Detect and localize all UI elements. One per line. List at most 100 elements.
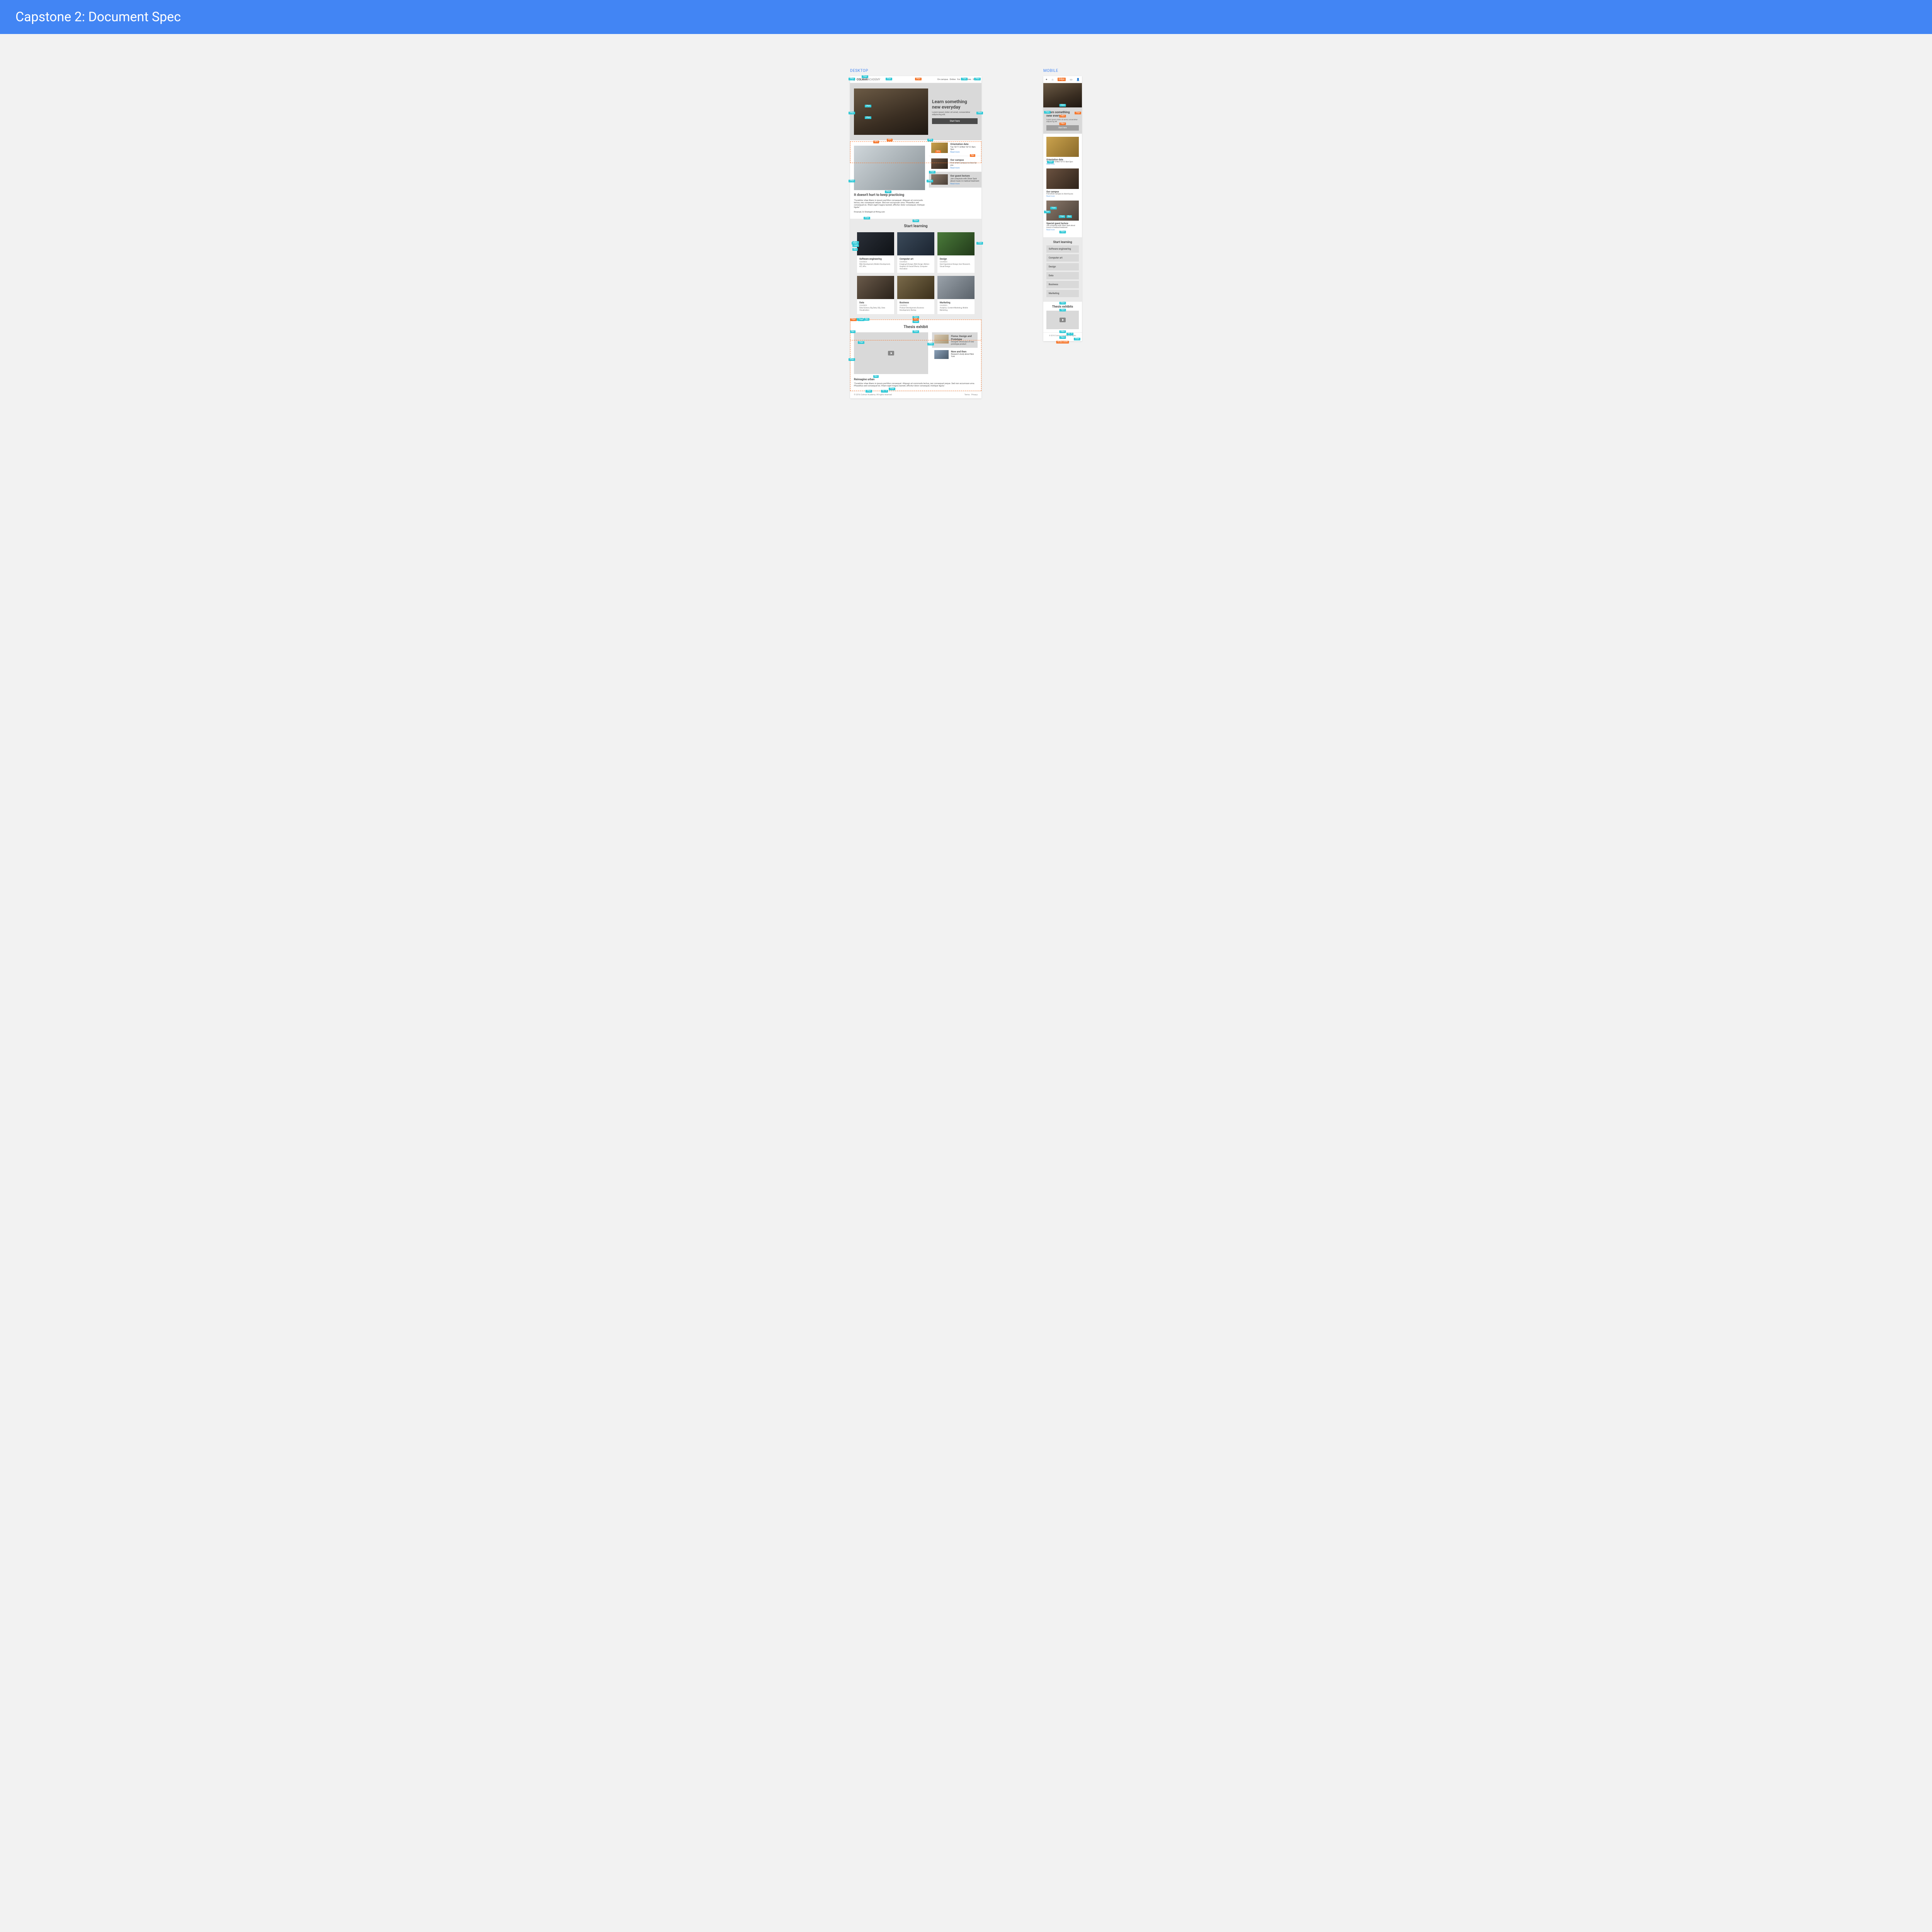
footer: 24px © 2016 Colmar Academy. All rights r… (850, 391, 981, 398)
m-info: 16px Orientation date Tue 10/11 & Wed 10… (1043, 134, 1082, 238)
ann-32: 32px (913, 320, 919, 323)
info-item-lecture[interactable]: 16px Our guest lecture Join a keynote wi… (929, 172, 981, 188)
ann-32: 32px (1060, 231, 1066, 233)
thesis-side: 40% 16px 16px Fisma: Design and Prototyp… (932, 332, 978, 374)
course-card-data[interactable]: DataCOURSESData Science, Big Data, SQL, … (857, 276, 894, 314)
orientation-link[interactable]: Read more (950, 151, 959, 153)
page-title: Capstone 2: Document Spec (15, 9, 1917, 25)
navbar: COLMARACADEMY 32px 64px On campus Online… (850, 76, 981, 83)
m-hero-title: Learn something new everyday (1046, 111, 1079, 117)
thesis-item-fisma[interactable]: 16px 16px Fisma: Design and Prototype De… (932, 332, 978, 348)
ann-8: 8px (873, 375, 879, 378)
hero-media (854, 88, 928, 135)
m-info-orientation[interactable]: 16px Orientation date Tue 10/11 & Wed 10… (1046, 137, 1079, 166)
nav-online[interactable]: Online (950, 78, 956, 81)
learning-title: Start learning (854, 224, 978, 228)
page-header: Capstone 2: Document Spec (0, 0, 1932, 34)
m-course-bu[interactable]: Business (1046, 281, 1079, 288)
course-img-ma (937, 276, 975, 299)
footer-terms[interactable]: Terms (964, 394, 970, 396)
thesis-main-body: "Curabitur vitae libero in ipsum porttit… (854, 383, 978, 387)
campus-image (931, 158, 948, 169)
ann-w423: 423px width (1056, 341, 1069, 344)
info-main: It doesn't hurt to keep practicing 24px … (850, 140, 929, 219)
user-icon[interactable]: 👤 (1077, 78, 1080, 81)
nav-signin[interactable]: Sign in (973, 78, 979, 81)
m-courses: Start learning 16px 16px Software engine… (1043, 237, 1082, 302)
hero-title: Learn something new everyday (932, 99, 978, 110)
lecture-image (931, 174, 948, 185)
thesis-main-title: Reimagine urban (854, 378, 978, 381)
footer-privacy[interactable]: Privacy (971, 394, 978, 396)
play-icon (1060, 318, 1066, 322)
m-info-campus[interactable]: Our campus Find which campus is close by… (1046, 168, 1079, 197)
desktop-column: DESKTOP COLMARACADEMY 32px 64px On campu… (850, 69, 981, 398)
m-course-de[interactable]: Design (1046, 263, 1079, 270)
hero-body: Lorem ipsum dolor sit amet, consectetur … (932, 111, 978, 116)
info-item-campus[interactable]: Our campus Find which campus is close by… (929, 156, 981, 172)
m-orient-img (1046, 137, 1079, 157)
m-course-da[interactable]: Data (1046, 272, 1079, 279)
hero-cta[interactable]: Start here (932, 118, 978, 124)
monitor-icon[interactable]: ▭ (1070, 78, 1073, 81)
mobile-mock: ✦ ⌂ 64px ▭ 👤 32px Learn something new ev… (1043, 76, 1082, 341)
course-card-marketing[interactable]: MarketingCOURSESAnalytics, Content Marke… (937, 276, 975, 314)
m-hero-cta[interactable]: Start here (1046, 125, 1079, 131)
lecture-link[interactable]: Read more (950, 183, 959, 185)
brand: COLMARACADEMY (857, 78, 880, 81)
learning-section: 32px Start learning Software engineering… (850, 219, 981, 319)
hero-image (854, 88, 928, 135)
ann-24: 24px (885, 190, 891, 193)
video-placeholder[interactable] (854, 332, 928, 374)
practice-image (854, 146, 925, 190)
mobile-label: MOBILE (1043, 69, 1082, 73)
thesis-section: 32px Thesis exhibit 32px 60% 24px 16 : 9… (850, 320, 981, 391)
orientation-title: Orientation date (950, 143, 979, 146)
ann-h64: 64px (915, 78, 922, 80)
thesis-item-nowthen[interactable]: Now and then Research study about New Yo… (932, 348, 978, 361)
practice-attrib: Emanuel, Sr Strategist at Hiring.com (854, 211, 925, 213)
m-nav: ✦ ⌂ 64px ▭ 👤 (1043, 76, 1082, 83)
info-item-orientation[interactable]: 35% Orientation date Tue 10/11 & Wed 10/… (929, 140, 981, 156)
nav-oncampus[interactable]: On campus (937, 78, 948, 81)
thesis-title: Thesis exhibit (854, 325, 978, 329)
play-icon (888, 351, 894, 355)
desktop-mock: COLMARACADEMY 32px 64px On campus Online… (850, 76, 981, 398)
course-card-software[interactable]: Software engineering 16px COURSES 8px We… (857, 232, 894, 273)
ann-32: 32px (889, 388, 895, 390)
course-card-business[interactable]: BusinessCOURSESProduct Development, Busi… (897, 276, 934, 314)
course-card-design[interactable]: DesignCOURSESUser Experience Design, Use… (937, 232, 975, 273)
m-course-ma[interactable]: Marketing (1046, 290, 1079, 297)
m-video[interactable] (1046, 311, 1079, 329)
logo-icon (852, 78, 856, 81)
mobile-column: MOBILE ✦ ⌂ 64px ▭ 👤 32px Learn something… (1043, 69, 1082, 341)
fisma-image (934, 335, 949, 344)
campus-body: Find which campus is close by you (950, 162, 979, 167)
footer-copyright: © 2016 Colmar Academy. All rights reserv… (854, 394, 892, 396)
campus-icon[interactable]: ⌂ (1052, 78, 1053, 81)
m-info-lecture[interactable]: Special guest lecture Join a keynote wit… (1046, 201, 1079, 231)
m-campus-img (1046, 168, 1079, 189)
orientation-image (931, 143, 948, 153)
course-img-sw (857, 232, 894, 255)
m-hero-image (1043, 83, 1082, 107)
nav-companies[interactable]: For companies (957, 78, 971, 81)
info-side: 40% 35% Orientation date Tue 10/11 & Wed… (929, 140, 981, 219)
practice-title: It doesn't hurt to keep practicing (854, 193, 925, 197)
hero: 24px Learn something new everyday Lorem … (850, 83, 981, 140)
thesis-main: 60% 24px 16 : 9 (854, 332, 928, 374)
course-img-ca (897, 232, 934, 255)
lecture-body: Join a keynote with Oliver Sack about mu… (950, 178, 979, 182)
ann-32: 32px (913, 219, 919, 222)
m-course-sw[interactable]: Software engineering (1046, 245, 1079, 253)
desktop-label: DESKTOP (850, 69, 981, 73)
m-lecture-img (1046, 201, 1079, 221)
m-course-ca[interactable]: Computer art (1046, 254, 1079, 262)
course-img-bu (897, 276, 934, 299)
city-image (934, 350, 949, 359)
ann-32: 32px (913, 316, 919, 319)
course-card-computerart[interactable]: 16px Computer art COURSES Imaging & Desi… (897, 232, 934, 273)
campus-link[interactable]: Read more (950, 167, 959, 169)
m-hero: 32px Learn something new everyday 16px 1… (1043, 83, 1082, 134)
course-img-da (857, 276, 894, 299)
